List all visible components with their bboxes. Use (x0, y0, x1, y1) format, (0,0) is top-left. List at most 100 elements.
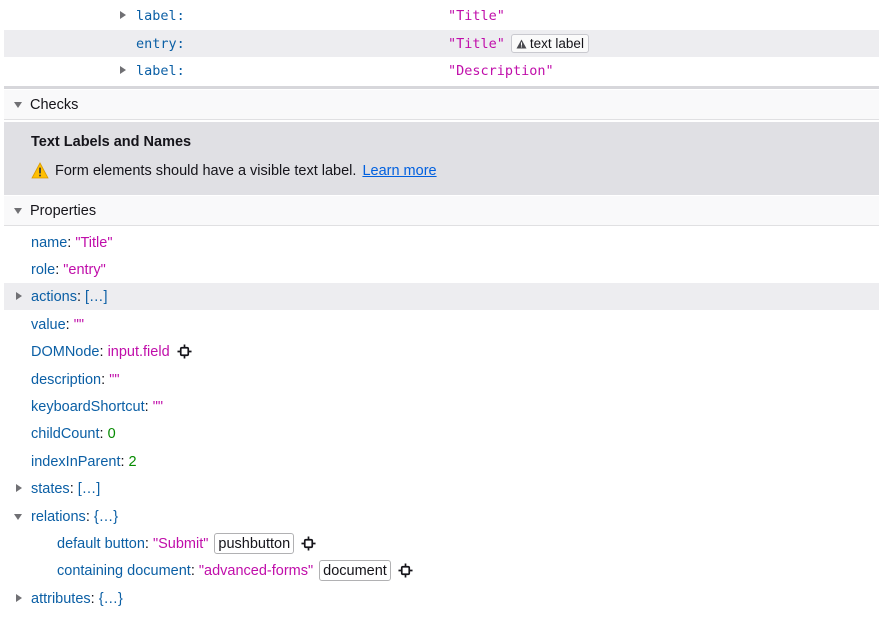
tree-row-entry-title[interactable]: entry: "Title" text label (4, 30, 879, 57)
text-label-badge: text label (510, 34, 589, 53)
collapse-triangle-icon[interactable] (14, 101, 22, 108)
colon: : (190, 562, 199, 579)
expand-triangle-icon[interactable] (16, 484, 22, 492)
properties-section-header[interactable]: Properties (4, 196, 879, 226)
check-heading: Text Labels and Names (31, 134, 192, 150)
prop-row-domnode[interactable]: DOMNode: input.field (4, 338, 879, 365)
prop-key: role (31, 261, 56, 278)
tree-row-key: label: (136, 7, 185, 24)
colon: : (120, 453, 129, 470)
prop-value: […] (85, 288, 108, 305)
prop-row-relations[interactable]: relations: {…} (4, 503, 879, 530)
checks-section-header[interactable]: Checks (4, 90, 879, 120)
prop-row-childcount[interactable]: childCount: 0 (4, 420, 879, 447)
prop-value: "Submit" (152, 535, 209, 552)
prop-line: keyboardShortcut: "" (31, 399, 163, 415)
prop-line: value: "" (31, 317, 84, 333)
expand-triangle-icon[interactable] (16, 594, 22, 602)
prop-line: default button: "Submit" pushbutton (57, 533, 316, 554)
tree-row-value: "Title" (448, 35, 505, 52)
prop-key: relations (31, 508, 86, 525)
prop-row-attributes[interactable]: attributes: {…} (4, 585, 879, 612)
prop-value: "entry" (63, 261, 106, 278)
colon: : (85, 508, 94, 525)
colon: : (101, 371, 110, 388)
warning-mini-icon (516, 39, 527, 48)
prop-line: states: […] (31, 481, 100, 497)
prop-line: attributes: {…} (31, 591, 123, 607)
colon: : (67, 234, 76, 251)
inspect-node-icon[interactable] (177, 344, 192, 359)
learn-more-link[interactable]: Learn more (362, 163, 436, 179)
prop-line: containing document: "advanced-forms" do… (57, 560, 413, 581)
expand-triangle-icon[interactable] (120, 11, 126, 19)
role-badge: pushbutton (214, 533, 295, 554)
inspect-node-icon[interactable] (398, 563, 413, 578)
prop-line: role: "entry" (31, 262, 106, 278)
prop-key: childCount (31, 425, 100, 442)
expand-triangle-icon[interactable] (120, 66, 126, 74)
role-badge: document (319, 560, 391, 581)
prop-value: "advanced-forms" (198, 562, 314, 579)
colon: : (144, 398, 153, 415)
prop-key: keyboardShortcut (31, 398, 145, 415)
collapse-triangle-icon[interactable] (14, 207, 22, 214)
prop-key: DOMNode (31, 343, 100, 360)
prop-key: description (31, 371, 102, 388)
tree-row-label-title[interactable]: label: "Title" (4, 2, 879, 29)
prop-key: indexInParent (31, 453, 121, 470)
accessibility-tree: label: "Title" entry: "Title" text label… (4, 0, 879, 85)
expand-triangle-icon[interactable] (16, 292, 22, 300)
prop-row-keyboard-shortcut[interactable]: keyboardShortcut: "" (4, 393, 879, 420)
colon: : (76, 288, 86, 305)
tree-row-label-description[interactable]: label: "Description" (4, 57, 879, 84)
prop-value: "Title" (75, 234, 113, 251)
colon: : (69, 480, 78, 497)
prop-row-description[interactable]: description: "" (4, 366, 879, 393)
collapse-triangle-icon[interactable] (14, 514, 22, 520)
prop-value: "" (152, 398, 164, 415)
prop-line: description: "" (31, 372, 119, 388)
prop-value: 0 (107, 425, 116, 442)
prop-row-actions[interactable]: actions: […] (4, 283, 879, 310)
prop-key: actions (31, 288, 77, 305)
colon: : (55, 261, 64, 278)
panel-splitter[interactable] (4, 86, 879, 89)
colon: : (144, 535, 153, 552)
prop-line: DOMNode: input.field (31, 344, 192, 360)
prop-line: name: "Title" (31, 235, 113, 251)
prop-value: {…} (98, 590, 123, 607)
check-message: Form elements should have a visible text… (55, 162, 357, 179)
colon: : (65, 316, 74, 333)
prop-row-name[interactable]: name: "Title" (4, 229, 879, 256)
tree-row-value: "Description" (448, 62, 554, 79)
prop-value: […] (77, 480, 101, 497)
prop-value: input.field (107, 343, 170, 360)
prop-key: name (31, 234, 68, 251)
tree-row-value: "Title" (448, 7, 505, 24)
prop-row-index-in-parent[interactable]: indexInParent: 2 (4, 448, 879, 475)
properties-title: Properties (30, 202, 97, 219)
prop-key: containing document (57, 562, 191, 579)
check-message-line: Form elements should have a visible text… (31, 162, 437, 179)
prop-row-value[interactable]: value: "" (4, 311, 879, 338)
checks-title: Checks (30, 96, 79, 113)
inspect-node-icon[interactable] (301, 536, 316, 551)
warning-icon (31, 162, 49, 179)
prop-value: "" (73, 316, 85, 333)
tree-row-key: entry: (136, 35, 185, 52)
prop-row-states[interactable]: states: […] (4, 475, 879, 502)
prop-row-role[interactable]: role: "entry" (4, 256, 879, 283)
colon: : (90, 590, 99, 607)
prop-line: childCount: 0 (31, 426, 116, 442)
prop-line: indexInParent: 2 (31, 454, 137, 470)
prop-row-containing-document[interactable]: containing document: "advanced-forms" do… (4, 557, 879, 584)
prop-row-default-button[interactable]: default button: "Submit" pushbutton (4, 530, 879, 557)
prop-value: "" (109, 371, 120, 388)
tree-row-value-wrap: "Title" text label (448, 34, 589, 53)
colon: : (99, 425, 108, 442)
tree-row-key: label: (136, 62, 185, 79)
prop-key: value (31, 316, 66, 333)
prop-key: attributes (31, 590, 91, 607)
colon: : (99, 343, 108, 360)
